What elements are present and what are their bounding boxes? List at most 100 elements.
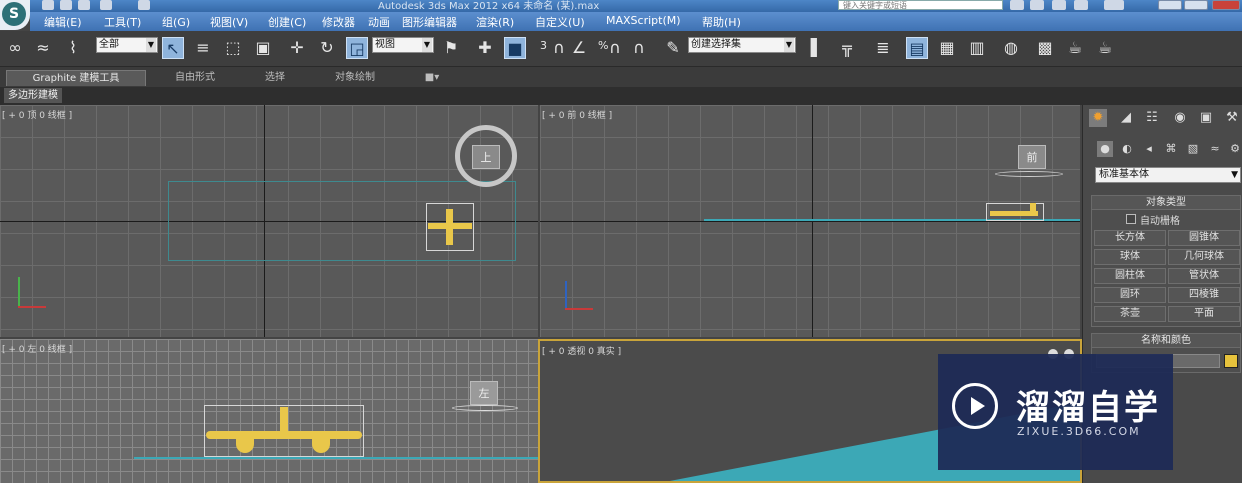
- menu-maxscript[interactable]: MAXScript(M): [606, 14, 681, 27]
- menu-graph-editors[interactable]: 图形编辑器: [402, 14, 457, 30]
- object-color-swatch[interactable]: [1224, 354, 1238, 368]
- geosphere-button[interactable]: 几何球体: [1168, 249, 1240, 265]
- move-icon[interactable]: ✛: [286, 37, 308, 59]
- close-button[interactable]: [1212, 0, 1240, 10]
- polygon-modeling-panel-label[interactable]: 多边形建模: [4, 88, 62, 103]
- viewcube-ring[interactable]: [995, 171, 1063, 177]
- redo-icon[interactable]: [138, 0, 150, 10]
- airplane-tail-left-view[interactable]: [280, 407, 288, 437]
- create-tab-icon[interactable]: ✹: [1089, 109, 1107, 127]
- link-icon[interactable]: ∞: [4, 37, 26, 59]
- motion-tab-icon[interactable]: ◉: [1171, 109, 1189, 127]
- mirror-icon[interactable]: ▌: [806, 37, 828, 59]
- menu-create[interactable]: 创建(C): [268, 14, 306, 30]
- shapes-icon[interactable]: ◐: [1119, 141, 1135, 157]
- save-file-icon[interactable]: [78, 0, 90, 10]
- menu-group[interactable]: 组(G): [162, 14, 190, 30]
- star-icon[interactable]: [1052, 0, 1066, 10]
- pyramid-button[interactable]: 四棱锥: [1168, 287, 1240, 303]
- cone-button[interactable]: 圆锥体: [1168, 230, 1240, 246]
- snaps-toggle-icon[interactable]: ∩: [548, 37, 570, 59]
- cylinder-button[interactable]: 圆柱体: [1094, 268, 1166, 284]
- box-button[interactable]: 长方体: [1094, 230, 1166, 246]
- viewport-front[interactable]: 前 [ + 0 前 0 线框 ]: [540, 105, 1080, 337]
- utilities-tab-icon[interactable]: ⚒: [1223, 109, 1241, 127]
- plane-button[interactable]: 平面: [1168, 306, 1240, 322]
- keyboard-shortcut-override-icon[interactable]: ■: [504, 37, 526, 59]
- help-search-input[interactable]: 键入关键字或短语: [838, 0, 1003, 10]
- menu-rendering[interactable]: 渲染(R): [476, 14, 514, 30]
- menu-animation[interactable]: 动画: [368, 14, 390, 30]
- rendered-frame-window-icon[interactable]: ☕: [1064, 37, 1086, 59]
- teapot-button[interactable]: 茶壶: [1094, 306, 1166, 322]
- menu-customize[interactable]: 自定义(U): [535, 14, 585, 30]
- autogrid-checkbox[interactable]: [1126, 214, 1136, 224]
- viewcube-left[interactable]: 左: [470, 381, 498, 405]
- ribbon-options-icon[interactable]: ■▾: [418, 70, 446, 86]
- select-by-name-icon[interactable]: ≡: [192, 37, 214, 59]
- menu-views[interactable]: 视图(V): [210, 14, 248, 30]
- viewport-front-label[interactable]: [ + 0 前 0 线框 ]: [542, 108, 612, 121]
- tab-object-paint[interactable]: 对象绘制: [310, 70, 400, 86]
- pivot-center-icon[interactable]: ⚑: [440, 37, 462, 59]
- airplane-fuselage-top[interactable]: [446, 209, 453, 245]
- select-object-icon[interactable]: ↖: [162, 37, 184, 59]
- menu-help[interactable]: 帮助(H): [702, 14, 741, 30]
- new-file-icon[interactable]: [42, 0, 54, 10]
- tube-button[interactable]: 管状体: [1168, 268, 1240, 284]
- maximize-button[interactable]: [1184, 0, 1208, 10]
- spinner-snap-icon[interactable]: ∩: [628, 37, 650, 59]
- snaps-toggle-label[interactable]: 3: [540, 39, 547, 52]
- tab-freeform[interactable]: 自由形式: [150, 70, 240, 86]
- helpers-icon[interactable]: ▧: [1185, 141, 1201, 157]
- viewcube-ring[interactable]: [452, 405, 518, 411]
- object-type-title[interactable]: 对象类型: [1092, 196, 1240, 210]
- layer-manager-icon[interactable]: ≣: [872, 37, 894, 59]
- viewport-left[interactable]: 左 [ + 0 左 0 线框 ]: [0, 339, 538, 483]
- rectangular-selection-icon[interactable]: ⬚: [222, 37, 244, 59]
- tab-selection[interactable]: 选择: [240, 70, 310, 86]
- tab-graphite-modeling[interactable]: Graphite 建模工具: [6, 70, 146, 86]
- cameras-icon[interactable]: ⌘: [1163, 141, 1179, 157]
- viewcube-top[interactable]: 上: [472, 145, 500, 169]
- viewcube-front[interactable]: 前: [1018, 145, 1046, 169]
- hierarchy-tab-icon[interactable]: ☷: [1143, 109, 1161, 127]
- angle-snap-icon[interactable]: ∠: [568, 37, 590, 59]
- minimize-button[interactable]: [1158, 0, 1182, 10]
- modify-tab-icon[interactable]: ◢: [1117, 109, 1135, 127]
- named-selection-sets-dropdown[interactable]: 创建选择集 ▼: [688, 37, 796, 53]
- material-editor-icon[interactable]: ◍: [1000, 37, 1022, 59]
- sphere-button[interactable]: 球体: [1094, 249, 1166, 265]
- undo-icon[interactable]: [100, 0, 112, 10]
- window-crossing-icon[interactable]: ▣: [252, 37, 274, 59]
- edit-named-selection-icon[interactable]: ✎: [662, 37, 684, 59]
- geometry-category-dropdown[interactable]: 标准基本体 ▼: [1095, 167, 1241, 183]
- curve-editor-icon[interactable]: ▦: [936, 37, 958, 59]
- reference-coord-dropdown[interactable]: 视图 ▼: [372, 37, 434, 53]
- bind-space-warp-icon[interactable]: ⌇: [62, 37, 84, 59]
- viewport-top[interactable]: 上 [ + 0 顶 0 线框 ]: [0, 105, 538, 337]
- geometry-icon[interactable]: ●: [1097, 141, 1113, 157]
- viewport-perspective-label[interactable]: [ + 0 透视 0 真实 ]: [542, 344, 621, 357]
- scale-icon[interactable]: ◲: [346, 37, 368, 59]
- systems-icon[interactable]: ⚙: [1227, 141, 1242, 157]
- select-manipulate-icon[interactable]: ✚: [474, 37, 496, 59]
- menu-edit[interactable]: 编辑(E): [44, 14, 82, 30]
- display-tab-icon[interactable]: ▣: [1197, 109, 1215, 127]
- menu-tools[interactable]: 工具(T): [104, 14, 141, 30]
- graphite-toggle-icon[interactable]: ▤: [906, 37, 928, 59]
- viewport-top-label[interactable]: [ + 0 顶 0 线框 ]: [2, 108, 72, 121]
- menu-modifiers[interactable]: 修改器: [322, 14, 355, 30]
- viewport-left-label[interactable]: [ + 0 左 0 线框 ]: [2, 342, 72, 355]
- rotate-icon[interactable]: ↻: [316, 37, 338, 59]
- airplane-tail-front[interactable]: [1030, 203, 1036, 213]
- render-setup-icon[interactable]: ▩: [1034, 37, 1056, 59]
- open-file-icon[interactable]: [60, 0, 72, 10]
- space-warps-icon[interactable]: ≈: [1207, 141, 1223, 157]
- unlink-icon[interactable]: ≈: [32, 37, 54, 59]
- torus-button[interactable]: 圆环: [1094, 287, 1166, 303]
- app-menu-button[interactable]: S: [0, 0, 30, 30]
- favorites-icon[interactable]: [1074, 0, 1088, 10]
- percent-snap-icon[interactable]: ∩: [604, 37, 626, 59]
- selection-filter-dropdown[interactable]: 全部 ▼: [96, 37, 158, 53]
